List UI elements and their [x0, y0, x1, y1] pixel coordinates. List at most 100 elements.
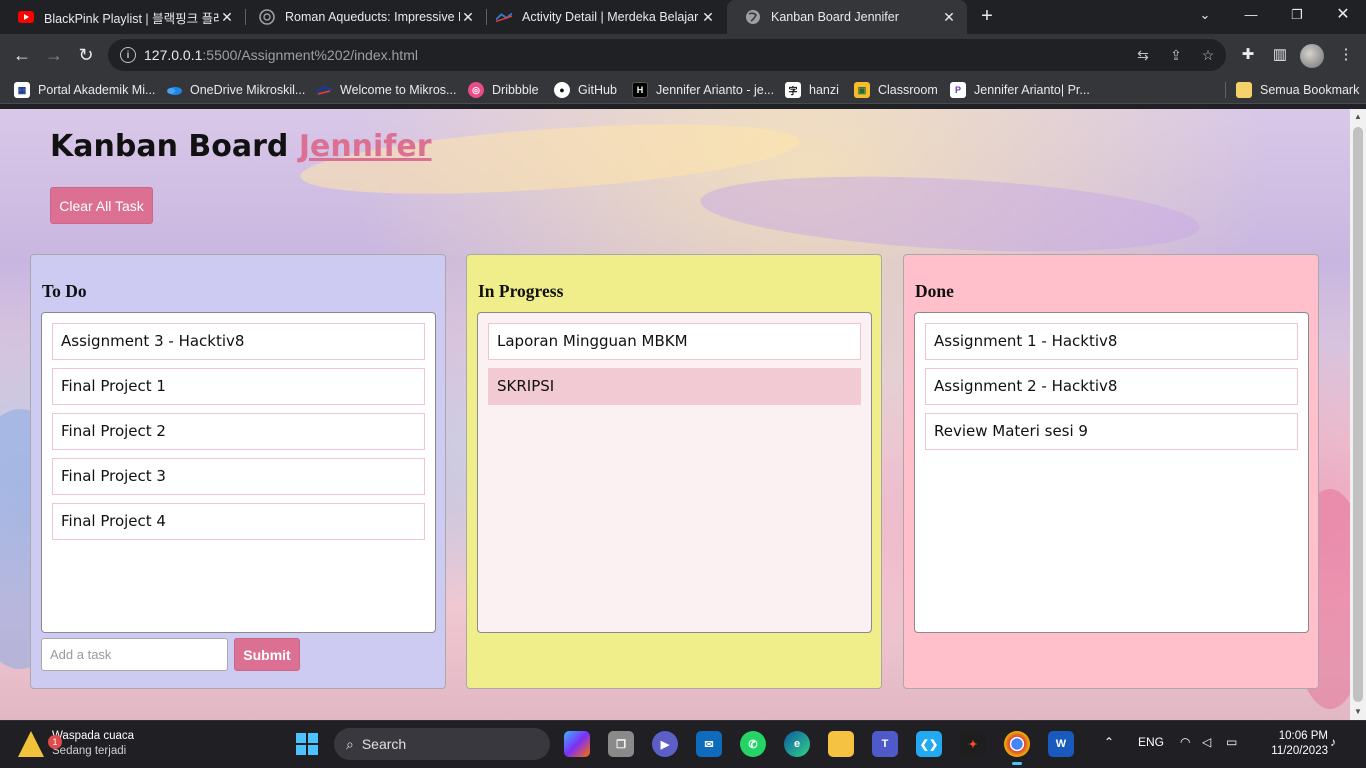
task-item[interactable]: Assignment 2 - Hacktiv8 — [925, 368, 1298, 405]
all-bookmarks-folder[interactable]: Semua Bookmark — [1236, 80, 1359, 100]
task-item[interactable]: Assignment 3 - Hacktiv8 — [52, 323, 425, 360]
task-item[interactable]: Final Project 2 — [52, 413, 425, 450]
bookmarks-bar: ▦ Portal Akademik Mi... OneDrive Mikroski… — [0, 76, 1366, 104]
windows-taskbar: 1 Waspada cuaca Sedang terjadi ⌕ Search … — [0, 720, 1366, 768]
tab-roman-aqueducts[interactable]: Roman Aqueducts: Impressive Engineering … — [241, 0, 486, 34]
bookmark-portfolio[interactable]: P Jennifer Arianto| Pr... — [950, 80, 1090, 100]
task-item[interactable]: Review Materi sesi 9 — [925, 413, 1298, 450]
task-list-todo[interactable]: Assignment 3 - Hacktiv8 Final Project 1 … — [41, 312, 436, 633]
figma-icon[interactable]: ✦ — [960, 731, 986, 757]
column-done: Done Assignment 1 - Hacktiv8 Assignment … — [903, 254, 1319, 689]
chat-icon[interactable]: ▶ — [652, 731, 678, 757]
wifi-icon[interactable]: ◠ — [1180, 735, 1190, 749]
translate-icon[interactable]: ⇆ — [1133, 45, 1153, 65]
minimize-button[interactable]: — — [1228, 0, 1274, 30]
vscode-icon[interactable]: ❮❯ — [916, 731, 942, 757]
system-clock[interactable]: 10:06 PM 11/20/2023 — [1256, 729, 1328, 759]
page-title-prefix: Kanban Board — [50, 129, 299, 164]
tab-title: Roman Aqueducts: Impressive Engineering — [285, 10, 460, 24]
new-tab-button[interactable]: + — [976, 5, 998, 27]
profile-avatar[interactable] — [1300, 44, 1324, 68]
tab-strip: BlackPink Playlist | 블랙핑크 플레이리스트 ✕ Roman… — [0, 0, 1366, 34]
close-window-button[interactable]: ✕ — [1320, 0, 1366, 30]
file-explorer-icon[interactable] — [828, 731, 854, 757]
address-bar[interactable]: i 127.0.0.1:5500/Assignment%202/index.ht… — [108, 39, 1226, 71]
scroll-up-arrow-icon[interactable]: ▲ — [1350, 109, 1366, 125]
share-icon[interactable]: ⇪ — [1166, 45, 1186, 65]
tab-close-icon[interactable]: ✕ — [219, 9, 235, 26]
windows-logo-icon — [308, 745, 318, 755]
start-button[interactable] — [296, 733, 318, 755]
column-todo: To Do Assignment 3 - Hacktiv8 Final Proj… — [30, 254, 446, 689]
submit-task-button[interactable]: Submit — [234, 638, 300, 671]
bookmark-dribbble[interactable]: ◎ Dribbble — [468, 80, 539, 100]
reload-button[interactable]: ↻ — [74, 43, 98, 67]
bookmark-label: Jennifer Arianto - je... — [656, 83, 775, 97]
kanban-page: Kanban Board Jennifer Clear All Task To … — [0, 109, 1350, 720]
task-list-in-progress[interactable]: Laporan Mingguan MBKM SKRIPSI — [477, 312, 872, 633]
task-item-highlighted[interactable]: SKRIPSI — [488, 368, 861, 405]
tab-search-icon[interactable]: ⌄ — [1182, 0, 1228, 30]
tab-close-icon[interactable]: ✕ — [460, 9, 476, 26]
page-scrollbar[interactable]: ▲ ▼ — [1350, 109, 1366, 720]
add-task-input[interactable] — [41, 638, 228, 671]
forward-button[interactable]: → — [42, 43, 66, 67]
weather-widget[interactable]: 1 Waspada cuaca Sedang terjadi — [18, 729, 134, 759]
bookmark-label: Classroom — [878, 83, 938, 97]
notification-bell-icon[interactable]: ♪ — [1330, 735, 1336, 749]
tab-title: Activity Detail | Merdeka Belajar — [522, 10, 699, 24]
extensions-icon[interactable]: ✚ — [1236, 43, 1260, 67]
task-view-icon[interactable]: ❐ — [608, 731, 634, 757]
weather-title: Waspada cuaca — [52, 730, 135, 742]
task-item[interactable]: Assignment 1 - Hacktiv8 — [925, 323, 1298, 360]
bookmark-star-icon[interactable]: ☆ — [1198, 45, 1218, 65]
language-indicator[interactable]: ENG — [1138, 735, 1164, 749]
scrollbar-thumb[interactable] — [1353, 127, 1363, 702]
task-item[interactable]: Final Project 3 — [52, 458, 425, 495]
taskbar-search[interactable]: ⌕ Search — [334, 728, 550, 760]
whatsapp-icon[interactable]: ✆ — [740, 731, 766, 757]
tab-close-icon[interactable]: ✕ — [941, 9, 957, 26]
hanzi-icon: 字 — [785, 82, 801, 98]
url-path: :5500/Assignment%202/index.html — [202, 47, 418, 63]
site-info-icon[interactable]: i — [120, 47, 136, 63]
clear-all-task-button[interactable]: Clear All Task — [50, 187, 153, 224]
scroll-down-arrow-icon[interactable]: ▼ — [1350, 704, 1366, 720]
task-list-done[interactable]: Assignment 1 - Hacktiv8 Assignment 2 - H… — [914, 312, 1309, 633]
mail-icon[interactable]: ✉ — [696, 731, 722, 757]
bookmark-mikroskil[interactable]: Welcome to Mikros... — [316, 80, 456, 100]
bookmark-onedrive[interactable]: OneDrive Mikroskil... — [166, 80, 305, 100]
bookmark-github[interactable]: ● GitHub — [554, 80, 617, 100]
bookmark-portal-akademik[interactable]: ▦ Portal Akademik Mi... — [14, 80, 155, 100]
tab-title: BlackPink Playlist | 블랙핑크 플레이리스트 — [44, 11, 219, 26]
task-item[interactable]: Final Project 4 — [52, 503, 425, 540]
tab-blackpink-playlist[interactable]: BlackPink Playlist | 블랙핑크 플레이리스트 ✕ — [0, 0, 245, 34]
volume-icon[interactable]: ◁ — [1202, 735, 1211, 749]
teams-icon[interactable]: T — [872, 731, 898, 757]
folder-icon — [1236, 82, 1252, 98]
bookmark-hashnode[interactable]: H Jennifer Arianto - je... — [632, 80, 774, 100]
search-label: Search — [361, 736, 407, 752]
task-item[interactable]: Laporan Mingguan MBKM — [488, 323, 861, 360]
search-icon: ⌕ — [346, 735, 354, 752]
edge-icon[interactable]: e — [784, 731, 810, 757]
bookmark-label: GitHub — [578, 83, 617, 97]
side-panel-icon[interactable]: ▥ — [1268, 43, 1292, 67]
show-hidden-icons-icon[interactable]: ⌃ — [1104, 735, 1114, 749]
back-button[interactable]: ← — [10, 43, 34, 67]
restore-button[interactable]: ❐ — [1274, 0, 1320, 30]
globe-icon — [745, 9, 761, 25]
browser-toolbar: ← → ↻ i 127.0.0.1:5500/Assignment%202/in… — [0, 34, 1366, 76]
copilot-icon[interactable] — [564, 731, 590, 757]
tab-merdeka-belajar[interactable]: Activity Detail | Merdeka Belajar ✕ — [478, 0, 726, 34]
chrome-icon[interactable] — [1004, 731, 1030, 765]
tab-kanban-board[interactable]: Kanban Board Jennifer ✕ — [727, 0, 967, 34]
task-item[interactable]: Final Project 1 — [52, 368, 425, 405]
tab-close-icon[interactable]: ✕ — [700, 9, 716, 26]
github-icon: ● — [554, 82, 570, 98]
battery-icon[interactable]: ▭ — [1226, 735, 1237, 749]
bookmark-hanzi[interactable]: 字 hanzi — [785, 80, 839, 100]
word-icon[interactable]: W — [1048, 731, 1074, 757]
menu-kebab-icon[interactable]: ⋮ — [1334, 43, 1358, 67]
bookmark-classroom[interactable]: ▣ Classroom — [854, 80, 938, 100]
